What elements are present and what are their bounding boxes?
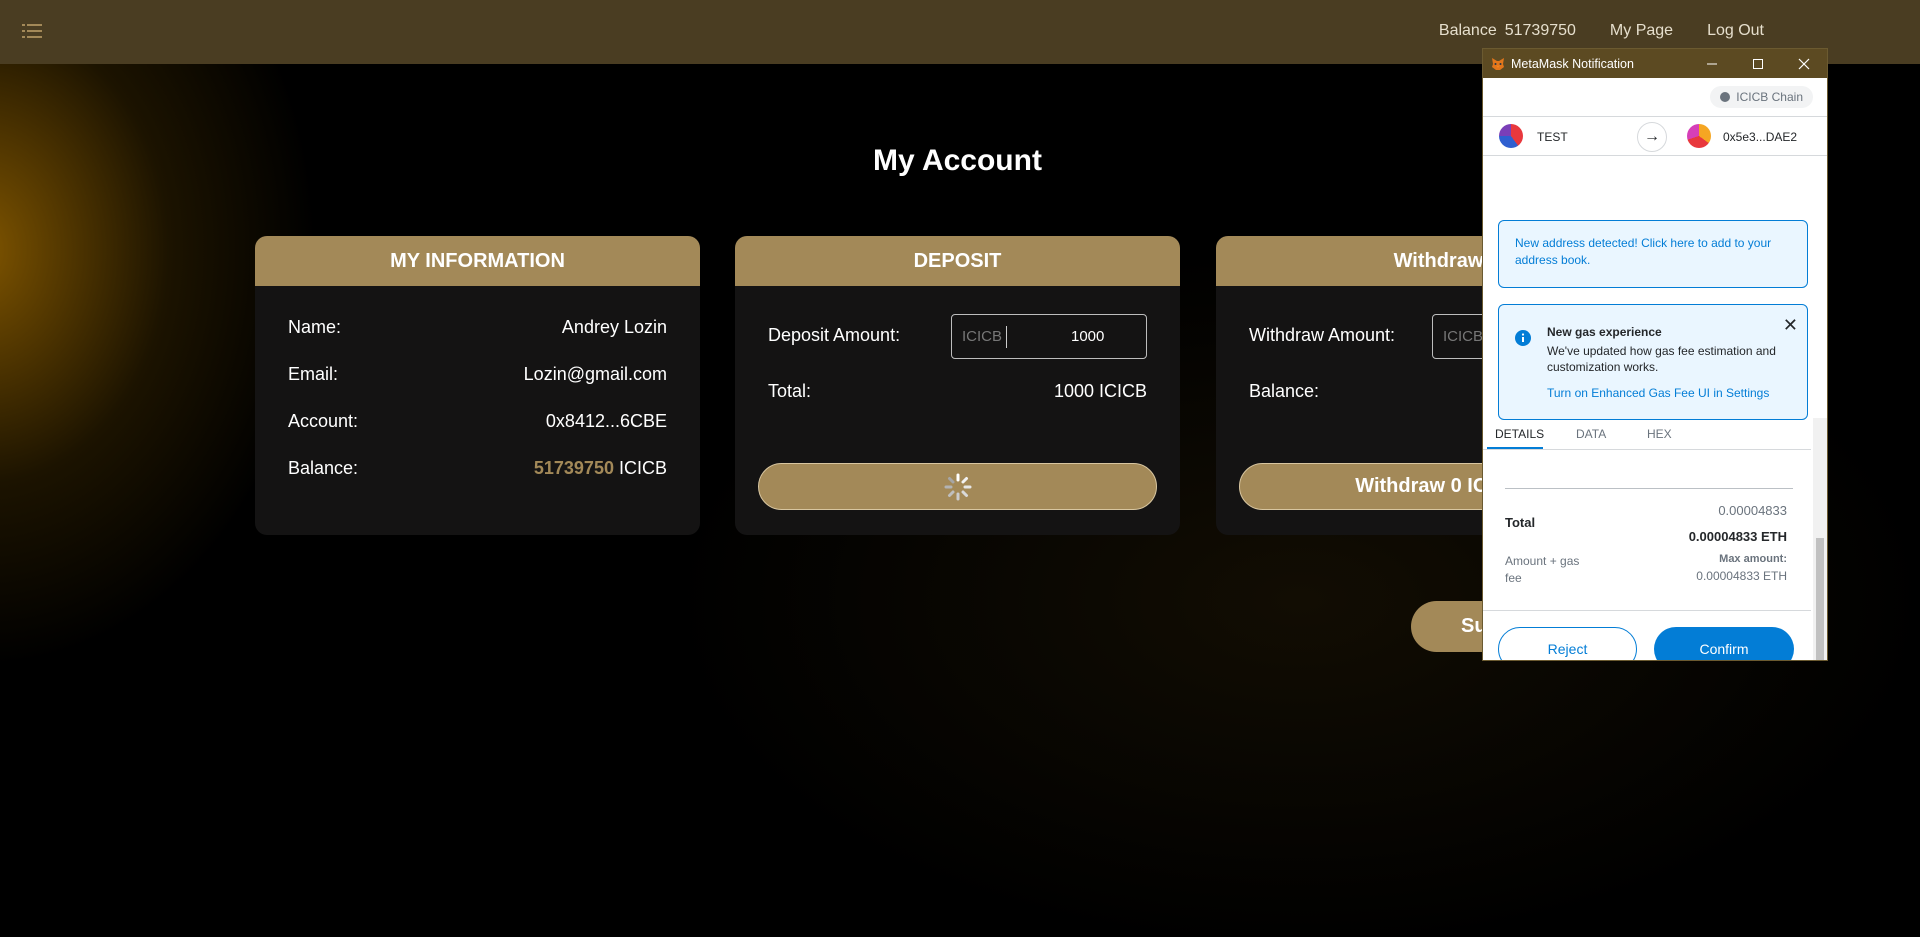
info-email-row: Email: Lozin@gmail.com [288,364,667,385]
maximize-icon [1753,58,1763,69]
total-label: Total: [768,381,812,401]
reject-button[interactable]: Reject [1498,627,1637,660]
input-placeholder: ICICB [962,325,1007,348]
account-value: 0x8412...6CBE [545,411,667,431]
balance-label: Balance: [288,458,359,478]
to-account-avatar [1687,124,1711,148]
deposit-total-row: Total: 1000 ICICB [768,381,1147,402]
close-icon [1798,58,1810,69]
total-value: 1000 ICICB [1053,381,1147,401]
nav-balance-value: 51739750 [1504,22,1576,39]
divider [1483,610,1811,611]
to-account-address[interactable]: 0x5e3...DAE2 [1723,130,1797,144]
network-dot-icon [1720,92,1731,102]
balance-amount: 51739750 [533,458,614,478]
logout-link[interactable]: Log Out [1707,22,1764,40]
minimize-button[interactable] [1689,49,1735,78]
email-value: Lozin@gmail.com [523,364,667,384]
confirm-button[interactable]: Confirm [1654,627,1794,660]
nav-balance-label: Balance [1438,22,1497,39]
metamask-notification-window: MetaMask Notification ICICB Chain TEST →… [1483,49,1827,660]
gas-experience-alert: New gas experience We've updated how gas… [1498,304,1808,420]
active-tab-indicator [1487,447,1543,449]
input-value: 1000 [1071,328,1105,345]
sender-recipient-row: TEST → 0x5e3...DAE2 [1483,116,1827,156]
balance-value: 51739750 ICICB [534,458,667,479]
amount-gas-fee-label: Amount + gas fee [1505,554,1580,585]
tab-hex[interactable]: HEX [1647,427,1672,441]
metamask-fox-icon [1492,57,1504,70]
new-address-alert[interactable]: New address detected! Click here to add … [1498,220,1808,288]
name-label: Name: [288,317,342,337]
total-label: Total [1505,515,1536,530]
close-icon[interactable]: ✕ [1783,315,1798,336]
email-label: Email: [288,364,339,384]
tab-data[interactable]: DATA [1576,427,1606,441]
max-amount-label: Max amount: [1719,553,1787,565]
name-value: Andrey Lozin [561,317,667,337]
info-account-row: Account: 0x8412...6CBE [288,411,667,432]
maximize-button[interactable] [1735,49,1781,78]
metamask-body: ICICB Chain TEST → 0x5e3...DAE2 New addr… [1483,78,1827,660]
input-placeholder: ICICB [1443,325,1488,348]
tab-details[interactable]: DETAILS [1495,427,1544,441]
scrollbar-thumb[interactable] [1816,538,1824,660]
minimize-icon [1707,63,1717,64]
menu-list-icon[interactable] [22,22,42,40]
network-selector[interactable]: ICICB Chain [1710,86,1813,108]
withdraw-amount-label: Withdraw Amount: [1249,325,1396,345]
window-title: MetaMask Notification [1511,56,1634,71]
window-titlebar: MetaMask Notification [1483,49,1827,78]
loading-spinner-icon [944,473,972,501]
card-header: MY INFORMATION [255,236,700,286]
deposit-amount-label: Deposit Amount: [768,325,901,345]
enhanced-gas-settings-link[interactable]: Turn on Enhanced Gas Fee UI in Settings [1547,386,1769,400]
info-balance-row: Balance: 51739750 ICICB [288,458,667,479]
deposit-button[interactable] [758,463,1157,510]
account-label: Account: [288,411,359,431]
gas-alert-title: New gas experience [1547,325,1662,339]
nav-links: Balance 51739750 My Page Log Out [1439,22,1764,40]
gas-alert-text: We've updated how gas fee estimation and… [1547,344,1776,374]
total-amount-eth: 0.00004833 ETH [1688,529,1787,544]
deposit-amount-input[interactable]: ICICB 1000 [951,314,1147,359]
max-amount-value: 0.00004833 ETH [1696,569,1787,583]
arrow-right-icon: → [1637,122,1667,152]
details-tabs: DETAILS DATA HEX [1483,418,1811,450]
my-page-link[interactable]: My Page [1610,22,1673,40]
close-window-button[interactable] [1781,49,1827,78]
info-icon [1515,330,1531,346]
scrollbar[interactable] [1813,418,1827,660]
info-name-row: Name: Andrey Lozin [288,317,667,338]
card-header: DEPOSIT [735,236,1180,286]
nav-balance: Balance 51739750 [1439,22,1576,40]
from-account-avatar [1499,124,1523,148]
my-information-card: MY INFORMATION Name: Andrey Lozin Email:… [255,236,700,535]
balance-unit: ICICB [618,458,667,478]
from-account-name: TEST [1537,130,1568,144]
withdraw-balance-label: Balance: [1249,381,1320,401]
network-name: ICICB Chain [1736,90,1803,104]
divider [1505,488,1793,489]
deposit-card: DEPOSIT Deposit Amount: ICICB 1000 Total… [735,236,1180,535]
total-amount-secondary: 0.00004833 [1718,503,1787,518]
